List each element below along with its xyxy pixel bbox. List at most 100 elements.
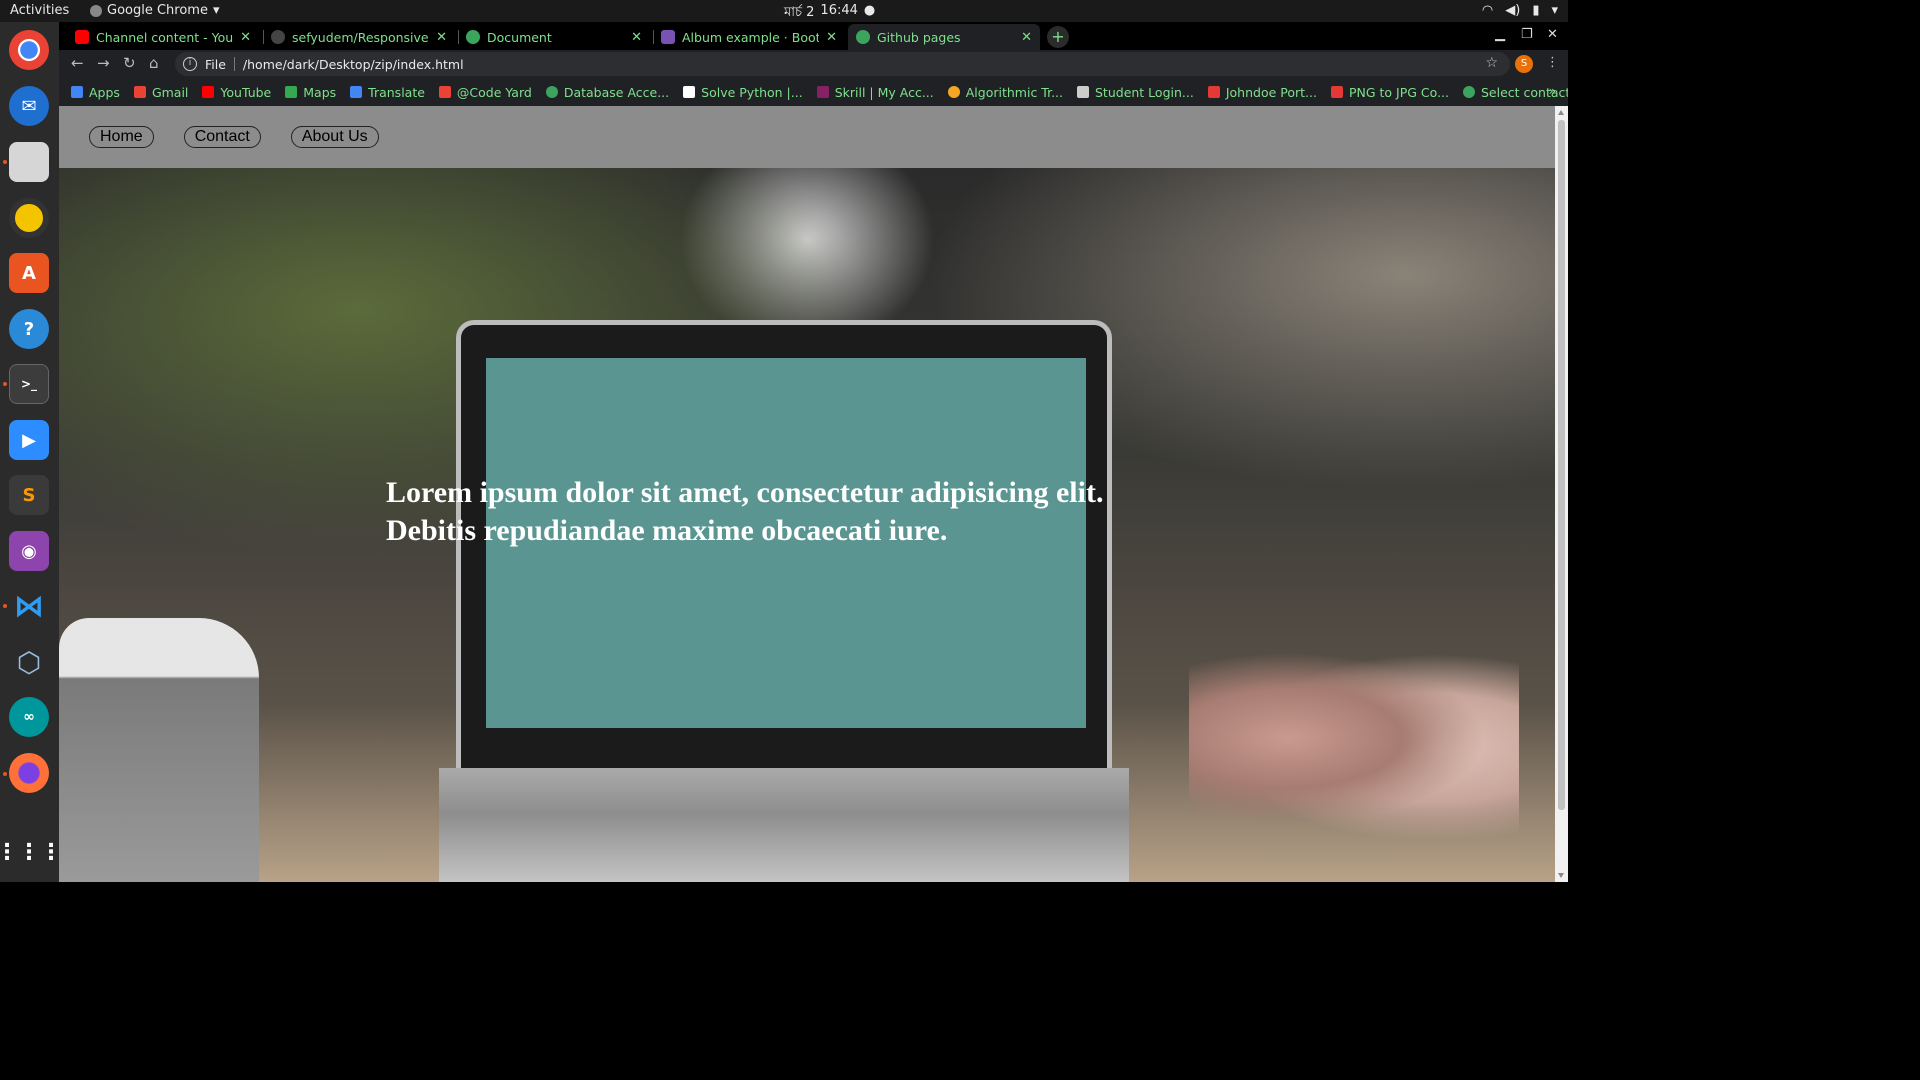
- site-navbar: Home Contact About Us: [59, 106, 1555, 168]
- bookmark-label: Maps: [303, 85, 336, 100]
- profile-avatar[interactable]: S: [1515, 55, 1533, 73]
- bookmark-student-login[interactable]: Student Login...: [1077, 85, 1194, 100]
- minimize-icon[interactable]: ▁: [1495, 27, 1505, 42]
- bookmark-maps[interactable]: Maps: [285, 85, 336, 100]
- info-icon[interactable]: i: [183, 57, 197, 71]
- tab-title: sefyudem/Responsive-Lo: [292, 30, 429, 45]
- files-dock-icon[interactable]: [9, 142, 49, 182]
- bookmark-label: YouTube: [220, 85, 271, 100]
- app-menu[interactable]: Google Chrome ▾: [90, 3, 220, 18]
- leaf-icon: [546, 86, 558, 98]
- bookmarks-overflow-icon[interactable]: »: [1549, 84, 1556, 98]
- tab-document[interactable]: Document ✕: [458, 24, 650, 50]
- bookmark-label: Student Login...: [1095, 85, 1194, 100]
- translate-icon: [350, 86, 362, 98]
- virtualbox-icon[interactable]: ⬡: [9, 642, 49, 682]
- apps-grid-icon: [71, 86, 83, 98]
- tab-bootstrap-album[interactable]: Album example · Bootstrap ✕: [653, 24, 845, 50]
- close-tab-icon[interactable]: ✕: [826, 30, 837, 45]
- terminal-icon[interactable]: >_: [9, 364, 49, 404]
- globe-favicon-icon: [466, 30, 480, 44]
- hero-section: Lorem ipsum dolor sit amet, consectetur …: [59, 168, 1555, 882]
- running-indicator: [3, 772, 7, 776]
- bookmark-database-access[interactable]: Database Acce...: [546, 85, 669, 100]
- close-tab-icon[interactable]: ✕: [631, 30, 642, 45]
- bookmark-skrill[interactable]: Skrill | My Acc...: [817, 85, 934, 100]
- close-tab-icon[interactable]: ✕: [240, 30, 251, 45]
- hero-heading: Lorem ipsum dolor sit amet, consectetur …: [386, 474, 1186, 550]
- w-logo-icon: [1208, 86, 1220, 98]
- bookmark-solve-python[interactable]: Solve Python |...: [683, 85, 803, 100]
- maps-icon: [285, 86, 297, 98]
- bookmark-label: Apps: [89, 85, 120, 100]
- scrollbar-thumb[interactable]: [1558, 120, 1565, 810]
- close-tab-icon[interactable]: ✕: [1021, 30, 1032, 45]
- help-icon[interactable]: ?: [9, 309, 49, 349]
- screen-recorder-icon[interactable]: ◉: [9, 531, 49, 571]
- tab-github-repo[interactable]: sefyudem/Responsive-Lo ✕: [263, 24, 455, 50]
- software-center-icon[interactable]: A: [9, 253, 49, 293]
- restore-icon[interactable]: ❐: [1521, 27, 1533, 42]
- bookmark-youtube[interactable]: YouTube: [202, 85, 271, 100]
- show-apps-grid-icon[interactable]: ⋮⋮⋮: [9, 832, 49, 872]
- running-indicator: [3, 604, 7, 608]
- nav-home-button[interactable]: Home: [89, 126, 154, 148]
- globe-favicon-icon: [856, 30, 870, 44]
- bookmark-label: Solve Python |...: [701, 85, 803, 100]
- bookmark-johndoe-portfolio[interactable]: Johndoe Port...: [1208, 85, 1317, 100]
- tab-github-pages[interactable]: Github pages ✕: [848, 24, 1040, 50]
- close-window-icon[interactable]: ✕: [1547, 27, 1558, 42]
- tab-title: Channel content - YouTube: [96, 30, 233, 45]
- dock: ✉ A ? >_ ▶ S ◉ ⋈ ⬡ ∞ ⋮⋮⋮: [0, 22, 59, 882]
- bookmark-code-yard[interactable]: @Code Yard: [439, 85, 532, 100]
- home-icon[interactable]: ⌂: [149, 54, 159, 72]
- caret-down-icon: ▾: [1551, 3, 1558, 18]
- activities-button[interactable]: Activities: [10, 3, 69, 18]
- url-text[interactable]: /home/dark/Desktop/zip/index.html: [243, 57, 464, 72]
- firefox-icon[interactable]: [9, 753, 49, 793]
- github-favicon-icon: [271, 30, 285, 44]
- coffee-cup-image: [59, 618, 259, 882]
- bookmark-label: Translate: [368, 85, 425, 100]
- bookmark-apps[interactable]: Apps: [71, 85, 120, 100]
- bookmark-algorithmic-trading[interactable]: Algorithmic Tr...: [948, 85, 1063, 100]
- reload-icon[interactable]: ↻: [123, 54, 136, 72]
- vscode-icon[interactable]: ⋈: [9, 586, 49, 626]
- sublime-text-icon[interactable]: S: [9, 475, 49, 515]
- rhythmbox-dock-icon[interactable]: [9, 198, 49, 238]
- system-top-bar: Activities Google Chrome ▾ মার্চ 2 16:44…: [0, 0, 1568, 22]
- page-scrollbar[interactable]: [1555, 106, 1568, 882]
- forward-arrow-icon[interactable]: →: [97, 54, 110, 72]
- thunderbird-dock-icon[interactable]: ✉: [9, 86, 49, 126]
- nav-about-button[interactable]: About Us: [291, 126, 379, 148]
- browser-menu-icon[interactable]: ⋮: [1546, 55, 1559, 70]
- arduino-icon[interactable]: ∞: [9, 697, 49, 737]
- back-arrow-icon[interactable]: ←: [71, 54, 84, 72]
- bookmark-translate[interactable]: Translate: [350, 85, 425, 100]
- system-tray[interactable]: ◠ ◀) ▮ ▾: [1482, 3, 1558, 18]
- battery-icon: ▮: [1532, 3, 1539, 18]
- browser-toolbar: ← → ↻ ⌂ i File /home/dark/Desktop/zip/in…: [59, 50, 1568, 78]
- zoom-icon[interactable]: ▶: [9, 420, 49, 460]
- wifi-icon: ◠: [1482, 3, 1493, 18]
- bookmark-png-to-jpg[interactable]: PNG to JPG Co...: [1331, 85, 1449, 100]
- chrome-dock-icon[interactable]: [9, 30, 49, 70]
- address-bar[interactable]: i File /home/dark/Desktop/zip/index.html…: [175, 52, 1510, 76]
- scroll-down-arrow-icon[interactable]: [1558, 873, 1564, 878]
- nav-contact-button[interactable]: Contact: [184, 126, 261, 148]
- clock[interactable]: মার্চ 2 16:44 ●: [784, 3, 875, 24]
- bookmark-gmail[interactable]: Gmail: [134, 85, 188, 100]
- bookmark-label: Algorithmic Tr...: [966, 85, 1063, 100]
- tab-youtube[interactable]: Channel content - YouTube ✕: [67, 24, 259, 50]
- new-tab-button[interactable]: +: [1047, 26, 1069, 48]
- scroll-up-arrow-icon[interactable]: [1558, 110, 1564, 115]
- bookmarks-bar: Apps Gmail YouTube Maps Translate @Code …: [59, 78, 1568, 106]
- close-tab-icon[interactable]: ✕: [436, 30, 447, 45]
- caret-down-icon: ▾: [213, 3, 220, 18]
- algorithmic-icon: [948, 86, 960, 98]
- youtube-icon: [202, 86, 214, 98]
- browser-window: Channel content - YouTube ✕ sefyudem/Res…: [59, 22, 1568, 882]
- bootstrap-favicon-icon: [661, 30, 675, 44]
- headphones-image: [1189, 638, 1519, 838]
- bookmark-star-icon[interactable]: ☆: [1485, 55, 1498, 71]
